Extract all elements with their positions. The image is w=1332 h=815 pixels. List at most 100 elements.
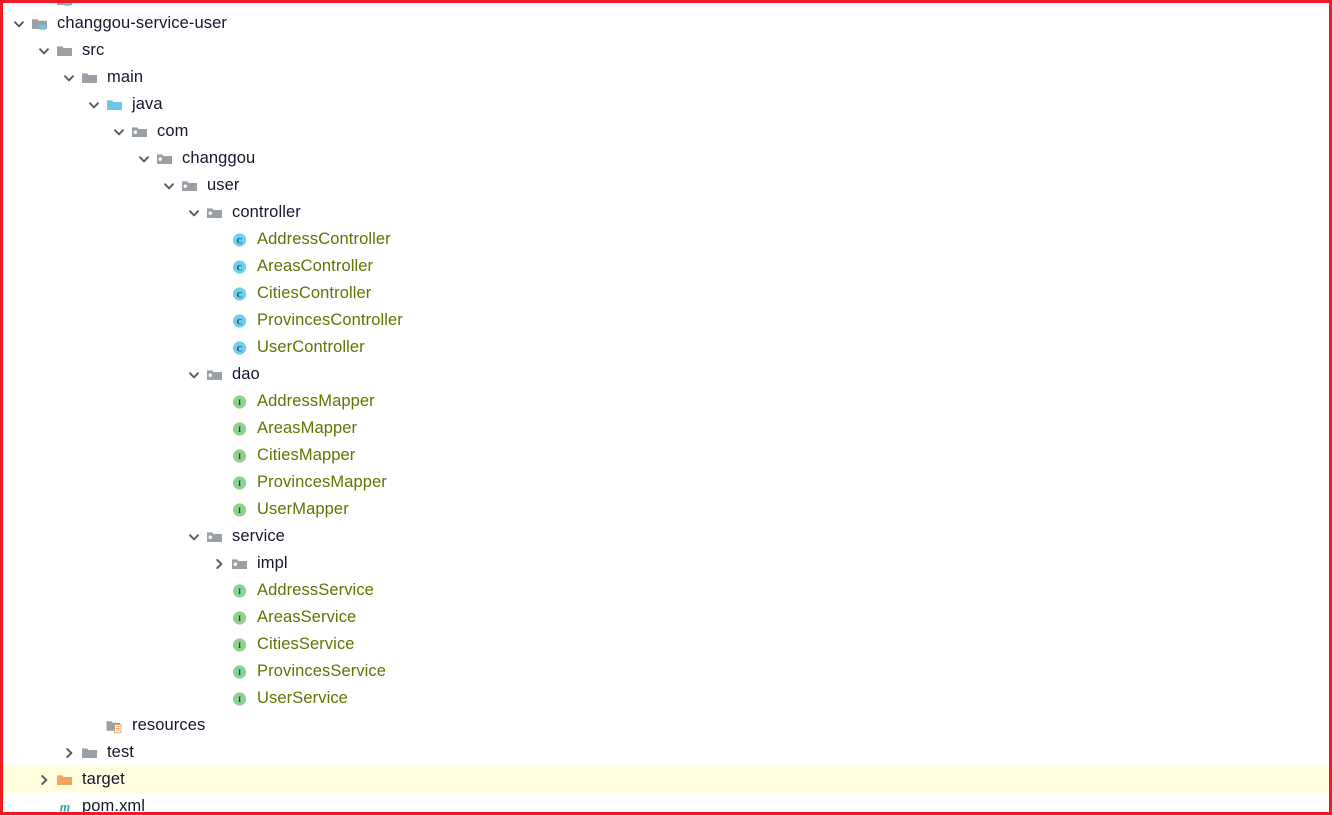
- tree-row[interactable]: m pom.xml: [3, 793, 1329, 814]
- twisty-placeholder: [208, 577, 230, 604]
- tree-indent-spacer: [3, 118, 108, 145]
- tree-item-label: AreasMapper: [257, 419, 358, 437]
- twisty-placeholder: [208, 388, 230, 415]
- tree-indent-spacer: [3, 496, 208, 523]
- tree-indent-spacer: [3, 685, 208, 712]
- project-tree-panel: changgou-service-user src main java com chang…: [0, 0, 1332, 815]
- tree-row[interactable]: I UserService: [3, 685, 1329, 712]
- tree-row[interactable]: C AddressController: [3, 226, 1329, 253]
- tree-row[interactable]: C CitiesController: [3, 280, 1329, 307]
- tree-indent-spacer: [3, 226, 208, 253]
- chevron-down-icon[interactable]: [8, 10, 30, 37]
- java-interface-icon: I: [230, 689, 250, 709]
- tree-row[interactable]: I AddressService: [3, 577, 1329, 604]
- twisty-placeholder: [208, 496, 230, 523]
- package-folder-icon: [130, 122, 150, 142]
- java-interface-icon: I: [230, 446, 250, 466]
- excluded-folder-icon: [55, 770, 75, 790]
- tree-indent-spacer: [3, 793, 33, 812]
- java-interface-icon: I: [230, 635, 250, 655]
- tree-indent-spacer: [3, 91, 83, 118]
- tree-row[interactable]: I UserMapper: [3, 496, 1329, 523]
- java-interface-icon: I: [230, 419, 250, 439]
- tree-row[interactable]: I ProvincesMapper: [3, 469, 1329, 496]
- tree-item-label: UserService: [257, 689, 348, 707]
- tree-row[interactable]: test: [3, 739, 1329, 766]
- tree-item-label: impl: [257, 554, 288, 572]
- tree-row[interactable]: target: [3, 766, 1329, 793]
- tree-row[interactable]: controller: [3, 199, 1329, 226]
- chevron-down-icon[interactable]: [83, 91, 105, 118]
- tree-indent-spacer: [3, 577, 208, 604]
- chevron-right-icon[interactable]: [58, 739, 80, 766]
- tree-row[interactable]: changgou: [3, 145, 1329, 172]
- tree-indent-spacer: [3, 145, 133, 172]
- tree-item-label: test: [107, 743, 134, 761]
- tree-row[interactable]: I CitiesService: [3, 631, 1329, 658]
- tree-row[interactable]: C AreasController: [3, 253, 1329, 280]
- svg-text:m: m: [60, 799, 71, 814]
- chevron-down-icon[interactable]: [58, 64, 80, 91]
- chevron-down-icon[interactable]: [183, 361, 205, 388]
- tree-row[interactable]: impl: [3, 550, 1329, 577]
- tree-row[interactable]: I AreasService: [3, 604, 1329, 631]
- java-interface-icon: I: [230, 581, 250, 601]
- svg-text:I: I: [238, 587, 241, 596]
- tree-row[interactable]: src: [3, 37, 1329, 64]
- chevron-down-icon[interactable]: [183, 199, 205, 226]
- chevron-down-icon[interactable]: [133, 145, 155, 172]
- chevron-down-icon[interactable]: [183, 523, 205, 550]
- module-folder-icon: [30, 14, 50, 34]
- tree-row[interactable]: main: [3, 64, 1329, 91]
- tree-row[interactable]: com: [3, 118, 1329, 145]
- file-tree[interactable]: changgou-service-user src main java com chang…: [3, 3, 1329, 814]
- tree-row[interactable]: C ProvincesController: [3, 307, 1329, 334]
- chevron-down-icon[interactable]: [33, 37, 55, 64]
- tree-row[interactable]: dao: [3, 361, 1329, 388]
- tree-row[interactable]: java: [3, 91, 1329, 118]
- folder-icon: [55, 41, 75, 61]
- tree-row[interactable]: I AddressMapper: [3, 388, 1329, 415]
- tree-indent-spacer: [3, 739, 58, 766]
- tree-row[interactable]: [3, 3, 1329, 10]
- tree-indent-spacer: [3, 658, 208, 685]
- tree-item-label: user: [207, 176, 240, 194]
- tree-row[interactable]: service: [3, 523, 1329, 550]
- chevron-down-icon[interactable]: [108, 118, 130, 145]
- package-folder-icon: [205, 365, 225, 385]
- tree-row[interactable]: resources: [3, 712, 1329, 739]
- tree-row[interactable]: changgou-service-user: [3, 10, 1329, 37]
- twisty-placeholder: [208, 415, 230, 442]
- tree-indent-spacer: [3, 388, 208, 415]
- tree-indent-spacer: [3, 712, 83, 739]
- tree-indent-spacer: [3, 307, 208, 334]
- twisty-placeholder: [208, 604, 230, 631]
- tree-row[interactable]: I ProvincesService: [3, 658, 1329, 685]
- tree-row[interactable]: C UserController: [3, 334, 1329, 361]
- chevron-right-icon[interactable]: [208, 550, 230, 577]
- tree-indent-spacer: [3, 469, 208, 496]
- tree-indent-spacer: [3, 280, 208, 307]
- tree-item-label: AreasController: [257, 257, 374, 275]
- tree-item-label: changgou: [182, 149, 256, 167]
- tree-row[interactable]: I AreasMapper: [3, 415, 1329, 442]
- twisty-placeholder: [208, 685, 230, 712]
- tree-item-label: resources: [132, 716, 206, 734]
- svg-text:I: I: [238, 506, 241, 515]
- chevron-down-icon[interactable]: [158, 172, 180, 199]
- twisty-placeholder: [208, 469, 230, 496]
- tree-row[interactable]: user: [3, 172, 1329, 199]
- maven-pom-icon: m: [55, 797, 75, 814]
- tree-item-label: AddressController: [257, 230, 391, 248]
- tree-indent-spacer: [3, 631, 208, 658]
- tree-row[interactable]: I CitiesMapper: [3, 442, 1329, 469]
- svg-text:I: I: [238, 695, 241, 704]
- java-interface-icon: I: [230, 608, 250, 628]
- module-folder-icon: [55, 3, 75, 10]
- tree-indent-spacer: [3, 415, 208, 442]
- svg-text:I: I: [238, 398, 241, 407]
- java-class-icon: C: [230, 311, 250, 331]
- tree-indent-spacer: [3, 523, 183, 550]
- chevron-right-icon[interactable]: [33, 766, 55, 793]
- tree-item-label: service: [232, 527, 285, 545]
